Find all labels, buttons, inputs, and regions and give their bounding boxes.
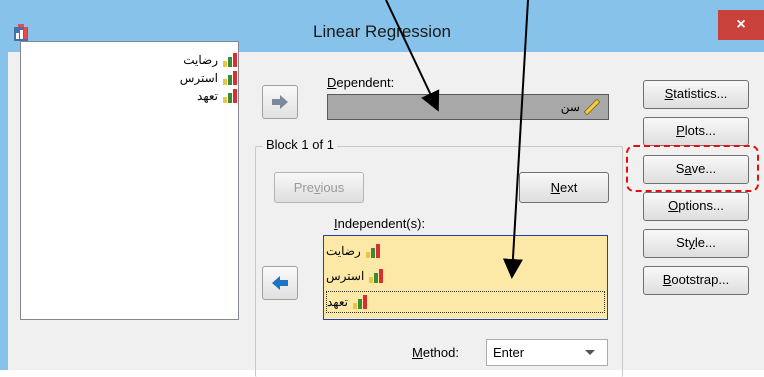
arrow-to-dependent xyxy=(385,0,440,112)
arrow-to-independent xyxy=(502,0,529,279)
annotation-arrows xyxy=(385,0,529,279)
dialog-window: Linear Regression × رضایت استرس تعهد Dep… xyxy=(0,0,764,377)
